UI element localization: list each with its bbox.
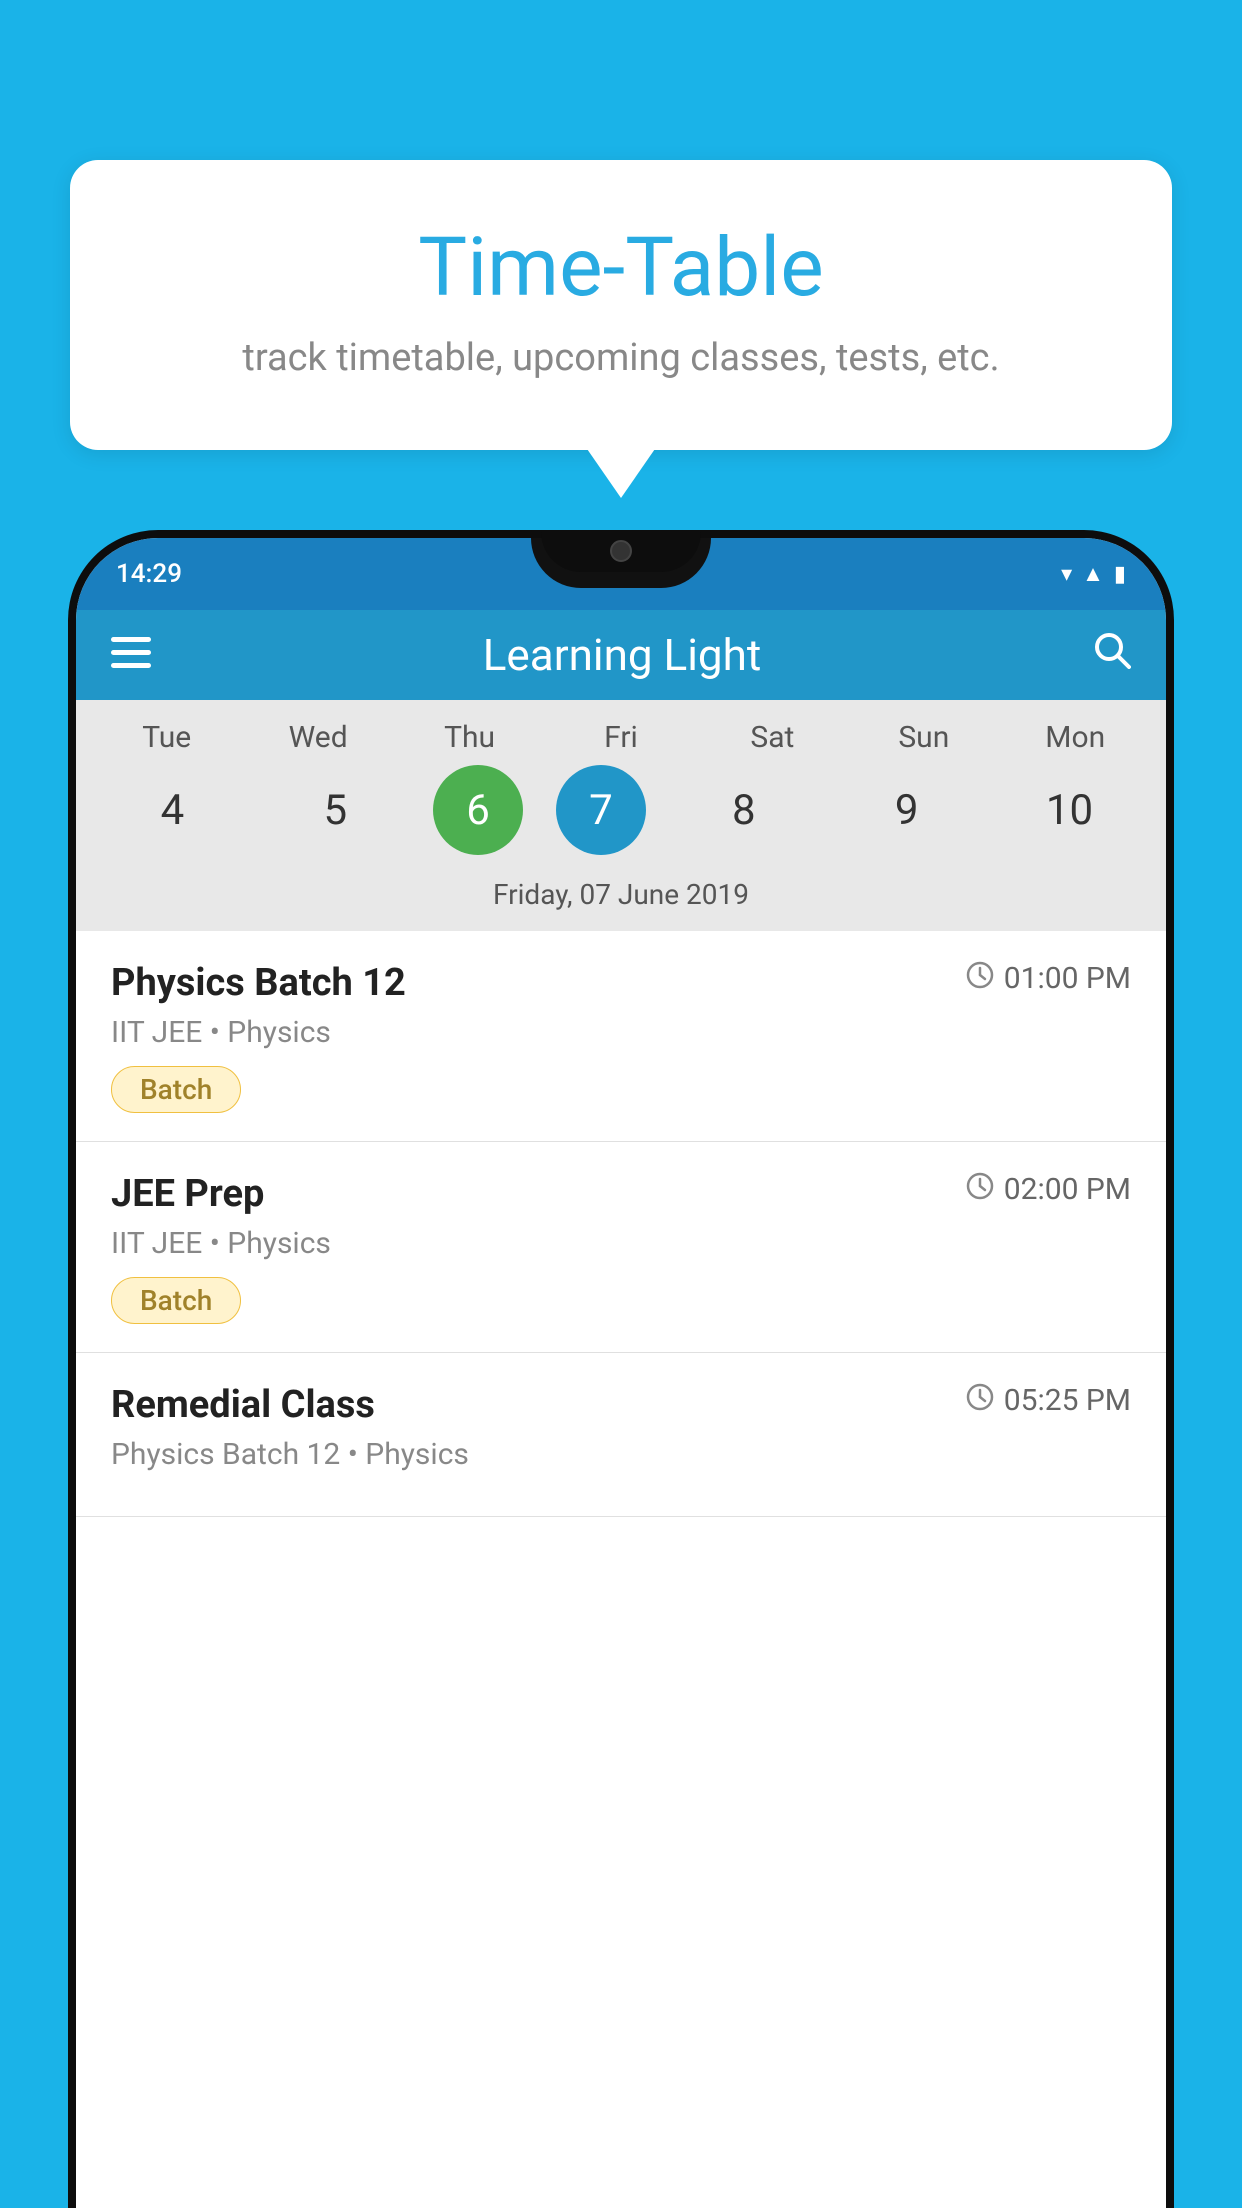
calendar-date-label: Friday, 07 June 2019 bbox=[76, 870, 1166, 931]
schedule-item-3-time: 05:25 PM bbox=[966, 1383, 1131, 1418]
schedule-item-1-title: Physics Batch 12 bbox=[111, 961, 406, 1005]
calendar-strip: Tue Wed Thu Fri Sat Sun Mon 4 5 6 7 8 9 … bbox=[76, 700, 1166, 931]
batch-badge-1: Batch bbox=[111, 1066, 241, 1113]
day-num-4[interactable]: 4 bbox=[107, 765, 237, 855]
day-num-6-today[interactable]: 6 bbox=[433, 765, 523, 855]
day-num-9[interactable]: 9 bbox=[842, 765, 972, 855]
search-icon[interactable] bbox=[1093, 631, 1131, 679]
day-fri: Fri bbox=[556, 720, 686, 755]
schedule-item-2-subtitle: IIT JEE • Physics bbox=[111, 1226, 1131, 1261]
day-headers: Tue Wed Thu Fri Sat Sun Mon bbox=[76, 720, 1166, 755]
hamburger-icon[interactable] bbox=[111, 632, 151, 679]
status-time: 14:29 bbox=[116, 559, 182, 589]
day-sun: Sun bbox=[859, 720, 989, 755]
page-title: Time-Table bbox=[120, 220, 1122, 316]
schedule-item-2[interactable]: JEE Prep 02:00 PM IIT JEE • Physics Batc… bbox=[76, 1142, 1166, 1353]
app-bar: Learning Light bbox=[76, 610, 1166, 700]
day-num-8[interactable]: 8 bbox=[679, 765, 809, 855]
day-mon: Mon bbox=[1010, 720, 1140, 755]
day-numbers: 4 5 6 7 8 9 10 bbox=[76, 765, 1166, 855]
clock-icon-1 bbox=[966, 961, 994, 996]
day-num-5[interactable]: 5 bbox=[270, 765, 400, 855]
speech-bubble: Time-Table track timetable, upcoming cla… bbox=[70, 160, 1172, 450]
signal-icon: ▲ bbox=[1082, 561, 1104, 587]
day-num-7-selected[interactable]: 7 bbox=[556, 765, 646, 855]
phone-frame: 14:29 ▾ ▲ ▮ Learning Light bbox=[68, 530, 1174, 2208]
battery-icon: ▮ bbox=[1114, 562, 1126, 587]
schedule-item-2-title: JEE Prep bbox=[111, 1172, 264, 1216]
wifi-icon: ▾ bbox=[1061, 562, 1072, 587]
schedule-item-3-title: Remedial Class bbox=[111, 1383, 375, 1427]
day-wed: Wed bbox=[253, 720, 383, 755]
day-sat: Sat bbox=[707, 720, 837, 755]
schedule-item-1-header: Physics Batch 12 01:00 PM bbox=[111, 961, 1131, 1005]
status-icons: ▾ ▲ ▮ bbox=[1061, 561, 1126, 587]
schedule-item-3[interactable]: Remedial Class 05:25 PM Physics Batch 12… bbox=[76, 1353, 1166, 1517]
schedule-item-2-time: 02:00 PM bbox=[966, 1172, 1131, 1207]
schedule-item-1[interactable]: Physics Batch 12 01:00 PM IIT JEE • Phys… bbox=[76, 931, 1166, 1142]
day-tue: Tue bbox=[102, 720, 232, 755]
batch-badge-2: Batch bbox=[111, 1277, 241, 1324]
day-num-10[interactable]: 10 bbox=[1004, 765, 1134, 855]
app-title: Learning Light bbox=[483, 629, 762, 681]
camera-lens bbox=[610, 540, 632, 562]
schedule-item-3-subtitle: Physics Batch 12 • Physics bbox=[111, 1437, 1131, 1472]
schedule-item-3-header: Remedial Class 05:25 PM bbox=[111, 1383, 1131, 1427]
schedule-list: Physics Batch 12 01:00 PM IIT JEE • Phys… bbox=[76, 931, 1166, 1517]
clock-icon-3 bbox=[966, 1383, 994, 1418]
clock-icon-2 bbox=[966, 1172, 994, 1207]
schedule-item-1-subtitle: IIT JEE • Physics bbox=[111, 1015, 1131, 1050]
schedule-item-1-time: 01:00 PM bbox=[966, 961, 1131, 996]
day-thu: Thu bbox=[405, 720, 535, 755]
phone-camera bbox=[541, 530, 701, 572]
page-subtitle: track timetable, upcoming classes, tests… bbox=[120, 336, 1122, 380]
schedule-item-2-header: JEE Prep 02:00 PM bbox=[111, 1172, 1131, 1216]
phone-screen: 14:29 ▾ ▲ ▮ Learning Light bbox=[76, 538, 1166, 2208]
